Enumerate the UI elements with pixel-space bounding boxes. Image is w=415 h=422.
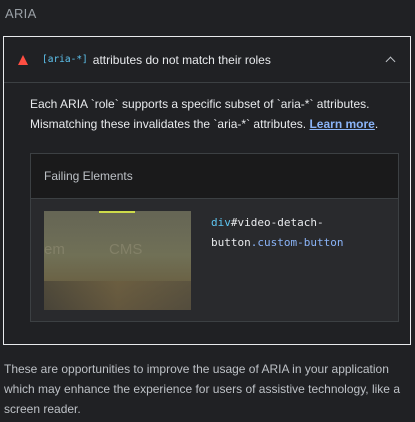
audit-description-end: . — [374, 117, 379, 131]
failing-elements-table: Failing Elements em CMS div#video-detach… — [30, 153, 399, 322]
audit-title-code: [aria-*] — [42, 54, 88, 65]
element-selector[interactable]: div#video-detach-button.custom-button — [211, 213, 371, 253]
audit-title-text: attributes do not match their roles — [92, 52, 271, 67]
section-description: These are opportunities to improve the u… — [4, 362, 400, 416]
audit-description: Each ARIA `role` supports a specific sub… — [30, 94, 390, 134]
audit-header[interactable]: [aria-*] attributes do not match their r… — [4, 37, 410, 83]
chevron-up-icon[interactable] — [385, 56, 396, 67]
selector-tag: div — [211, 216, 231, 229]
element-screenshot-thumbnail[interactable]: em CMS — [44, 211, 191, 310]
thumbnail-text: em — [44, 241, 65, 258]
thumbnail-background — [44, 281, 191, 310]
audit-title: [aria-*] attributes do not match their r… — [42, 53, 387, 67]
section-title: ARIA — [5, 6, 37, 21]
audit-item: [aria-*] attributes do not match their r… — [3, 36, 411, 345]
table-row[interactable]: em CMS div#video-detach-button.custom-bu… — [31, 199, 398, 322]
table-header: Failing Elements — [31, 154, 398, 199]
fail-triangle-icon — [18, 54, 28, 65]
thumbnail-text: CMS — [109, 241, 143, 258]
thumbnail-highlight — [99, 211, 135, 213]
selector-class: .custom-button — [250, 236, 344, 249]
learn-more-link[interactable]: Learn more — [309, 117, 374, 131]
